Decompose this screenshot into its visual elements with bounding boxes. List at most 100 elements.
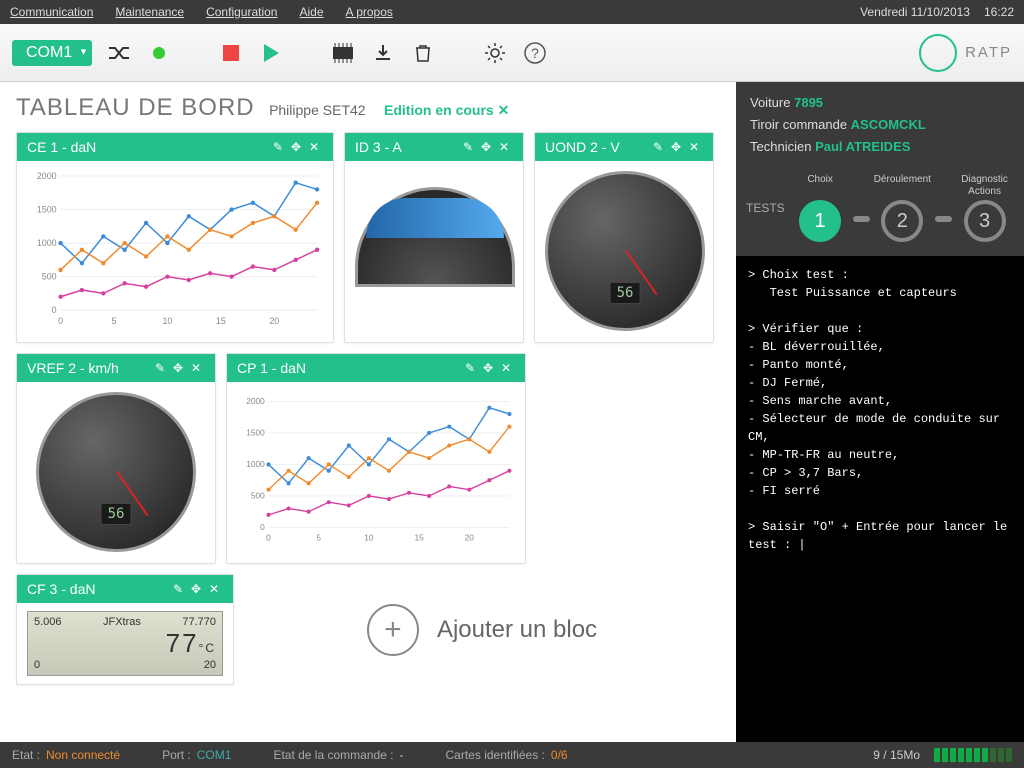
statusbar: Etat :Non connecté Port :COM1 Etat de la… <box>0 742 1024 768</box>
svg-text:15: 15 <box>216 316 226 326</box>
edit-icon[interactable]: ✎ <box>151 361 169 375</box>
card-uond2-title: UOND 2 - V <box>545 139 649 155</box>
card-vref2-title: VREF 2 - km/h <box>27 360 151 376</box>
move-icon[interactable]: ✥ <box>479 361 497 375</box>
close-icon[interactable]: ✕ <box>305 140 323 154</box>
svg-text:500: 500 <box>251 491 265 501</box>
card-ce1: CE 1 - daN✎✥✕ 0 500 1000 1500 2000 0 5 10 15 20 <box>16 132 334 343</box>
gauge-vref2-value: 56 <box>101 503 132 525</box>
terminal[interactable]: > Choix test : Test Puissance et capteur… <box>736 256 1024 742</box>
add-block-label: Ajouter un bloc <box>437 616 597 644</box>
gear-icon[interactable] <box>482 40 508 66</box>
svg-text:20: 20 <box>465 532 475 542</box>
step-2[interactable]: 2 <box>881 200 923 242</box>
svg-text:1000: 1000 <box>246 459 265 469</box>
chart-cp1: 050010001500200005101520 <box>237 390 515 550</box>
menubar-time: 16:22 <box>984 5 1014 19</box>
svg-text:5: 5 <box>112 316 117 326</box>
svg-text:1500: 1500 <box>37 204 57 214</box>
status-memory: 9 / 15Mo <box>873 748 920 762</box>
shuffle-icon[interactable] <box>106 40 132 66</box>
gauge-uond2-value: 56 <box>610 282 641 304</box>
status-cartes: 0/6 <box>551 748 568 762</box>
svg-text:20: 20 <box>269 316 279 326</box>
plus-icon[interactable]: + <box>367 604 419 656</box>
card-ce1-title: CE 1 - daN <box>27 139 269 155</box>
menu-communication[interactable]: Communication <box>10 5 93 19</box>
tests-label: TESTS <box>746 201 785 215</box>
step-1[interactable]: 1 <box>799 200 841 242</box>
step-3[interactable]: 3 <box>964 200 1006 242</box>
gauge-id3 <box>355 187 515 287</box>
svg-text:0: 0 <box>58 316 63 326</box>
brand-logo: RATP <box>919 34 1012 72</box>
card-id3-title: ID 3 - A <box>355 139 459 155</box>
menu-configuration[interactable]: Configuration <box>206 5 277 19</box>
tiroir-value: ASCOMCKL <box>851 117 926 132</box>
status-etat: Non connecté <box>46 748 120 762</box>
sidebar: Voiture 7895 Tiroir commande ASCOMCKL Te… <box>736 82 1024 742</box>
edit-icon[interactable]: ✎ <box>649 140 667 154</box>
svg-text:2000: 2000 <box>246 396 265 406</box>
stop-button[interactable] <box>218 40 244 66</box>
menubar-date: Vendredi 11/10/2013 <box>860 5 970 19</box>
port-selector[interactable]: COM1 <box>12 40 92 66</box>
toolbar: COM1 ? RATP <box>0 24 1024 82</box>
logo-icon <box>919 34 957 72</box>
status-cmd: - <box>400 748 404 762</box>
gauge-vref2: 56 <box>36 392 196 552</box>
page-title: TABLEAU DE BORD <box>16 94 255 122</box>
move-icon[interactable]: ✥ <box>287 140 305 154</box>
close-icon[interactable]: ✕ <box>685 140 703 154</box>
svg-text:10: 10 <box>364 532 374 542</box>
menu-aide[interactable]: Aide <box>299 5 323 19</box>
svg-text:0: 0 <box>260 522 265 532</box>
svg-text:0: 0 <box>266 532 271 542</box>
move-icon[interactable]: ✥ <box>667 140 685 154</box>
edit-icon[interactable]: ✎ <box>269 140 287 154</box>
card-id3: ID 3 - A✎✥✕ <box>344 132 524 343</box>
card-uond2: UOND 2 - V✎✥✕ 56 <box>534 132 714 343</box>
menu-maintenance[interactable]: Maintenance <box>115 5 184 19</box>
card-cf3-title: CF 3 - daN <box>27 581 169 597</box>
svg-text:500: 500 <box>42 272 57 282</box>
close-icon[interactable]: ✕ <box>187 361 205 375</box>
close-icon[interactable]: ✕ <box>497 361 515 375</box>
help-icon[interactable]: ? <box>522 40 548 66</box>
download-icon[interactable] <box>370 40 396 66</box>
dashboard: TABLEAU DE BORD Philippe SET42 Edition e… <box>0 82 736 742</box>
chip-icon[interactable] <box>330 40 356 66</box>
card-cf3: CF 3 - daN✎✥✕ 5.006 JFXtras 77.770 77°C … <box>16 574 234 685</box>
trash-icon[interactable] <box>410 40 436 66</box>
editing-indicator[interactable]: Edition en cours ✕ <box>384 102 509 118</box>
svg-text:0: 0 <box>52 305 57 315</box>
gauge-uond2: 56 <box>545 171 705 331</box>
svg-text:1500: 1500 <box>246 428 265 438</box>
edit-icon[interactable]: ✎ <box>461 361 479 375</box>
memory-meter-icon <box>934 748 1012 762</box>
dashboard-user: Philippe SET42 <box>269 102 366 118</box>
move-icon[interactable]: ✥ <box>477 140 495 154</box>
voiture-value: 7895 <box>794 95 823 110</box>
card-cp1: CP 1 - daN✎✥✕ 050010001500200005101520 <box>226 353 526 564</box>
svg-text:10: 10 <box>162 316 172 326</box>
add-block[interactable]: + Ajouter un bloc <box>244 574 720 685</box>
move-icon[interactable]: ✥ <box>169 361 187 375</box>
edit-icon[interactable]: ✎ <box>459 140 477 154</box>
svg-text:?: ? <box>531 45 539 61</box>
move-icon[interactable]: ✥ <box>187 582 205 596</box>
status-dot-icon <box>146 40 172 66</box>
edit-icon[interactable]: ✎ <box>169 582 187 596</box>
close-icon[interactable]: ✕ <box>495 140 513 154</box>
menu-apropos[interactable]: A propos <box>346 5 393 19</box>
sidebar-header: Voiture 7895 Tiroir commande ASCOMCKL Te… <box>736 82 1024 168</box>
close-icon[interactable]: ✕ <box>205 582 223 596</box>
svg-text:2000: 2000 <box>37 171 57 181</box>
tech-value: Paul ATREIDES <box>815 139 910 154</box>
lcd-cf3: 5.006 JFXtras 77.770 77°C 0 20 <box>27 611 223 676</box>
card-vref2: VREF 2 - km/h✎✥✕ 56 <box>16 353 216 564</box>
play-button[interactable] <box>258 40 284 66</box>
steps: TESTS Choix1 Déroulement2 Diagnostic Act… <box>736 168 1024 256</box>
svg-text:1000: 1000 <box>37 238 57 248</box>
status-port: COM1 <box>197 748 232 762</box>
